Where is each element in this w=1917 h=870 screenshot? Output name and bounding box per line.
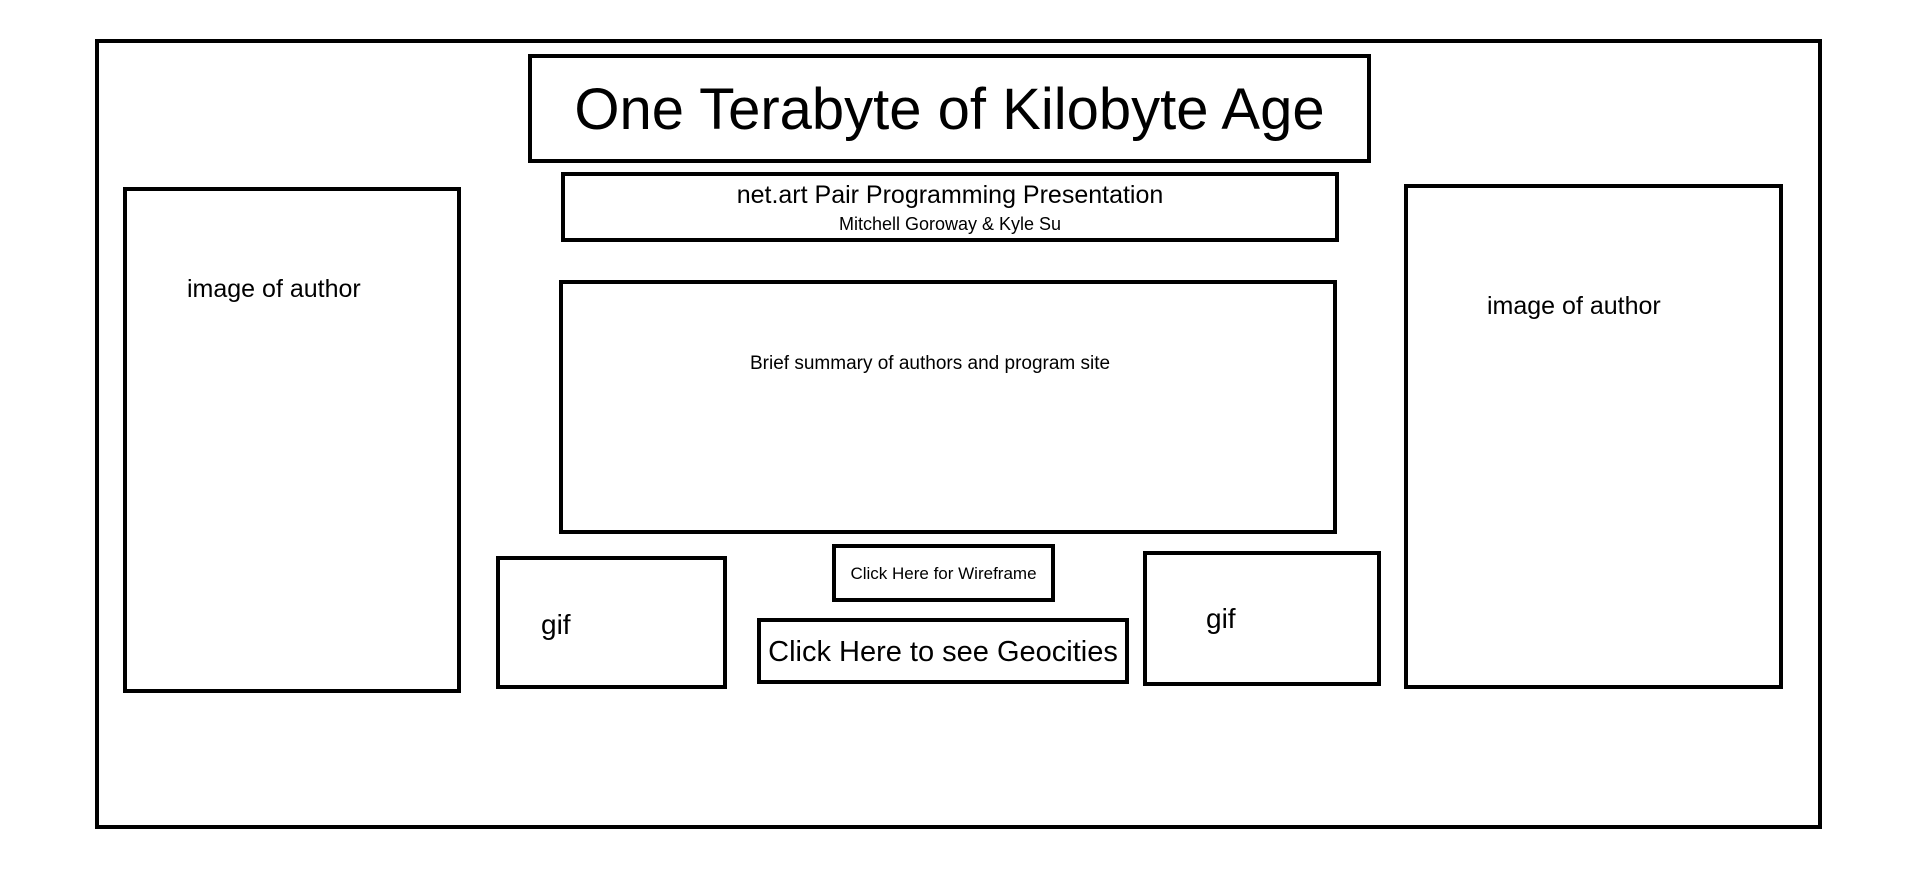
author-image-left: image of author	[123, 187, 461, 693]
subtitle-box: net.art Pair Programming Presentation Mi…	[561, 172, 1339, 242]
authors-byline: Mitchell Goroway & Kyle Su	[838, 214, 1062, 234]
summary-text: Brief summary of authors and program sit…	[750, 353, 1111, 374]
geocities-link-label: Click Here to see Geocities	[768, 636, 1118, 668]
gif-right: gif	[1143, 551, 1381, 686]
subtitle: net.art Pair Programming Presentation	[736, 181, 1164, 209]
gif-left: gif	[496, 556, 727, 689]
wireframe-link[interactable]: Click Here for Wireframe	[832, 544, 1055, 602]
summary-box: Brief summary of authors and program sit…	[559, 280, 1337, 534]
title-box: One Terabyte of Kilobyte Age	[528, 54, 1371, 163]
author-image-right: image of author	[1404, 184, 1783, 689]
wireframe-link-label: Click Here for Wireframe	[850, 564, 1037, 583]
geocities-link[interactable]: Click Here to see Geocities	[757, 618, 1129, 684]
page-title: One Terabyte of Kilobyte Age	[574, 77, 1325, 142]
author-image-right-label: image of author	[1487, 292, 1661, 320]
gif-right-label: gif	[1206, 603, 1236, 634]
gif-left-label: gif	[541, 609, 571, 640]
author-image-left-label: image of author	[187, 275, 361, 303]
